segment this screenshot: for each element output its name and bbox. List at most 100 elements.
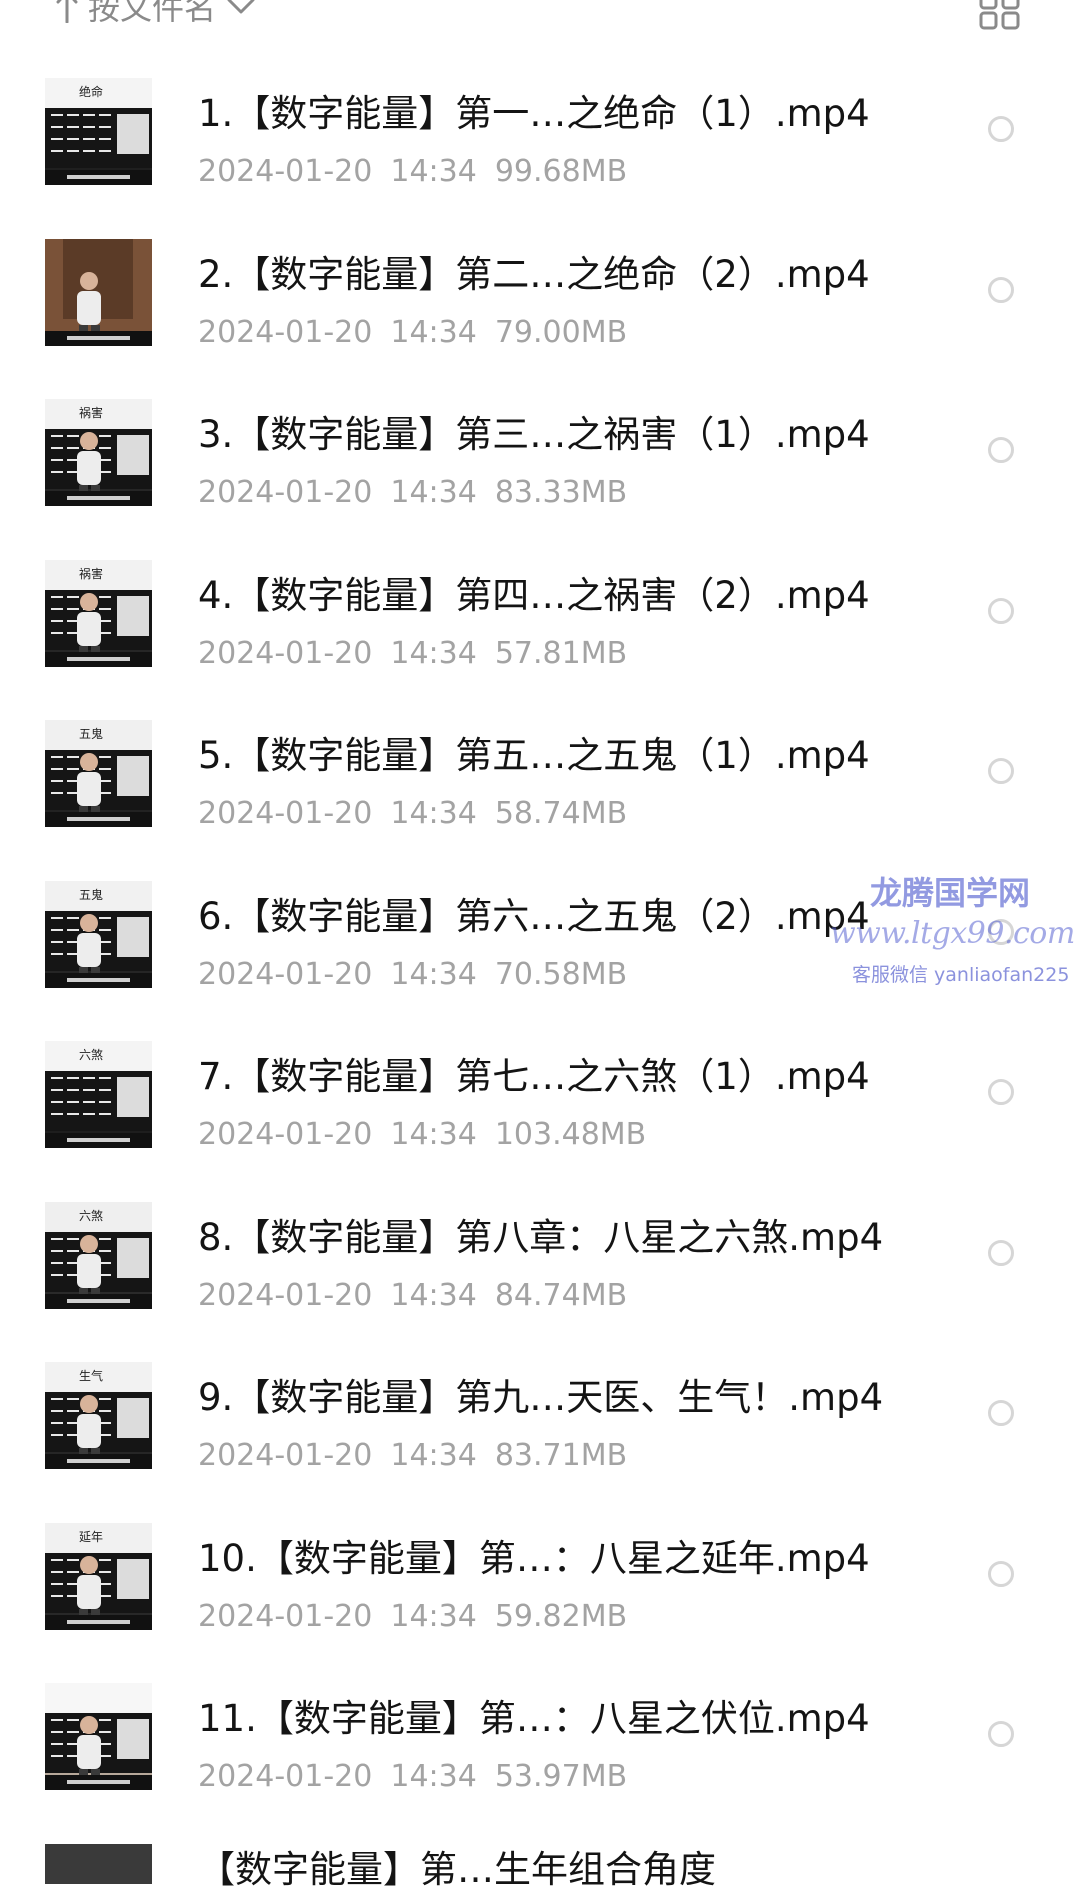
thumbnail-caption: 五鬼 xyxy=(79,887,104,902)
thumbnail-caption: 祸害 xyxy=(79,566,104,581)
file-date: 2024-01-20 xyxy=(198,1277,373,1313)
file-time: 14:34 xyxy=(390,1277,477,1313)
file-meta: 2024-01-20 14:34 59.82MB xyxy=(198,1599,627,1635)
file-time: 14:34 xyxy=(390,475,477,510)
file-time: 14:34 xyxy=(390,314,477,350)
file-date: 2024-01-20 xyxy=(198,475,373,510)
file-size: 83.33MB xyxy=(494,475,628,510)
file-list: 绝命 1.【数字能量】第一…之绝命（1）.mp4 2024-01-20 14:34 99… xyxy=(0,50,1080,1816)
file-meta: 2024-01-20 14:34 84.74MB xyxy=(198,1278,627,1314)
file-date: 2024-01-20 xyxy=(198,1598,373,1634)
file-date: 2024-01-20 xyxy=(198,154,373,189)
list-item-partial[interactable]: 【数字能量】第…生年组合角度 xyxy=(0,1816,1080,1891)
select-radio[interactable] xyxy=(988,597,1014,624)
chevron-down-icon xyxy=(226,0,256,16)
file-name: 【数字能量】第…生年组合角度 xyxy=(198,1848,716,1891)
file-meta: 2024-01-20 14:34 58.74MB xyxy=(198,796,627,832)
file-meta: 2024-01-20 14:34 57.81MB xyxy=(198,636,627,672)
file-size: 53.97MB xyxy=(494,1759,628,1794)
list-item[interactable]: 五鬼 6.【数字能量】第六…之五鬼（2）.mp4 2024-01-20 14:34 70… xyxy=(0,853,1080,1014)
sort-by-filename-button[interactable]: 按文件名 xyxy=(56,0,256,28)
file-date: 2024-01-20 xyxy=(198,1438,373,1473)
file-size: 79.00MB xyxy=(494,314,628,350)
video-thumbnail: 六煞 xyxy=(45,1201,152,1309)
list-item[interactable]: 2.【数字能量】第二…之绝命（2）.mp4 2024-01-20 14:34 79.0… xyxy=(0,211,1080,372)
list-item[interactable]: 延年 10.【数字能量】第…：八星之延年.mp4 2024-01-20 14:34 59… xyxy=(0,1495,1080,1656)
video-thumbnail: 绝命 xyxy=(45,78,152,185)
file-date: 2024-01-20 xyxy=(198,1117,373,1152)
list-item[interactable]: 祸害 4.【数字能量】第四…之祸害（2）.mp4 2024-01-20 14:34 57… xyxy=(0,532,1080,693)
select-radio[interactable] xyxy=(988,1560,1014,1587)
file-size: 99.68MB xyxy=(494,154,628,189)
file-name: 6.【数字能量】第六…之五鬼（2）.mp4 xyxy=(198,894,870,938)
arrow-up-icon xyxy=(56,0,78,23)
select-radio[interactable] xyxy=(988,1239,1014,1266)
file-size: 59.82MB xyxy=(494,1598,628,1634)
file-time: 14:34 xyxy=(390,956,477,992)
file-date: 2024-01-20 xyxy=(198,796,373,831)
file-name: 7.【数字能量】第七…之六煞（1）.mp4 xyxy=(198,1055,870,1098)
file-name: 10.【数字能量】第…：八星之延年.mp4 xyxy=(198,1536,870,1580)
sort-bar: 按文件名 xyxy=(0,0,1080,40)
file-name: 8.【数字能量】第八章：八星之六煞.mp4 xyxy=(198,1215,884,1259)
file-meta: 2024-01-20 14:34 83.33MB xyxy=(198,475,627,511)
file-meta: 2024-01-20 14:34 83.71MB xyxy=(198,1438,627,1474)
file-meta: 2024-01-20 14:34 53.97MB xyxy=(198,1759,627,1795)
select-radio[interactable] xyxy=(988,1079,1014,1105)
thumbnail-caption: 六煞 xyxy=(79,1208,104,1223)
video-thumbnail: 祸害 xyxy=(45,399,152,506)
file-time: 14:34 xyxy=(390,1759,477,1794)
file-time: 14:34 xyxy=(390,635,477,671)
list-item[interactable]: 绝命 1.【数字能量】第一…之绝命（1）.mp4 2024-01-20 14:34 99… xyxy=(0,50,1080,211)
video-thumbnail: 六煞 xyxy=(45,1041,152,1148)
file-size: 103.48MB xyxy=(494,1117,647,1152)
file-size: 83.71MB xyxy=(494,1438,628,1473)
list-item[interactable]: 六煞 8.【数字能量】第八章：八星之六煞.mp4 2024-01-20 14:34 84… xyxy=(0,1174,1080,1335)
file-time: 14:34 xyxy=(390,1598,477,1634)
video-thumbnail: 五鬼 xyxy=(45,720,152,827)
file-time: 14:34 xyxy=(390,1438,477,1473)
file-date: 2024-01-20 xyxy=(198,956,373,992)
video-thumbnail xyxy=(45,1683,152,1790)
list-item[interactable]: 祸害 3.【数字能量】第三…之祸害（1）.mp4 2024-01-20 14:34 83… xyxy=(0,371,1080,532)
list-item[interactable]: 六煞 7.【数字能量】第七…之六煞（1）.mp4 2024-01-20 14:34 10… xyxy=(0,1013,1080,1174)
file-meta: 2024-01-20 14:34 103.48MB xyxy=(198,1117,646,1153)
thumbnail-caption: 绝命 xyxy=(79,85,104,99)
video-thumbnail: 生气 xyxy=(45,1362,152,1469)
file-time: 14:34 xyxy=(390,154,477,189)
file-time: 14:34 xyxy=(390,796,477,831)
thumbnail-caption: 五鬼 xyxy=(79,727,104,741)
thumbnail-caption: 祸害 xyxy=(79,406,104,420)
file-name: 5.【数字能量】第五…之五鬼（1）.mp4 xyxy=(198,734,870,777)
list-item[interactable]: 11.【数字能量】第…：八星之伏位.mp4 2024-01-20 14:34 53.9… xyxy=(0,1655,1080,1816)
file-size: 58.74MB xyxy=(494,796,628,831)
file-time: 14:34 xyxy=(390,1117,477,1152)
file-date: 2024-01-20 xyxy=(198,314,373,350)
file-meta: 2024-01-20 14:34 70.58MB xyxy=(198,957,627,993)
video-thumbnail: 延年 xyxy=(45,1522,152,1630)
select-radio[interactable] xyxy=(988,918,1014,945)
select-radio[interactable] xyxy=(988,1721,1014,1747)
thumbnail-caption: 六煞 xyxy=(79,1048,104,1062)
file-size: 84.74MB xyxy=(494,1277,628,1313)
file-size: 57.81MB xyxy=(494,635,628,671)
select-radio[interactable] xyxy=(988,276,1014,303)
file-name: 4.【数字能量】第四…之祸害（2）.mp4 xyxy=(198,573,870,617)
file-date: 2024-01-20 xyxy=(198,1759,373,1794)
grid-view-icon[interactable] xyxy=(978,0,1022,30)
select-radio[interactable] xyxy=(988,758,1014,784)
video-thumbnail: 祸害 xyxy=(45,559,152,667)
list-item[interactable]: 五鬼 5.【数字能量】第五…之五鬼（1）.mp4 2024-01-20 14:34 58… xyxy=(0,692,1080,853)
select-radio[interactable] xyxy=(988,116,1014,142)
file-name: 3.【数字能量】第三…之祸害（1）.mp4 xyxy=(198,413,870,456)
file-date: 2024-01-20 xyxy=(198,635,373,671)
select-radio[interactable] xyxy=(988,1400,1014,1426)
video-thumbnail xyxy=(45,1844,152,1884)
video-thumbnail: 五鬼 xyxy=(45,880,152,988)
select-radio[interactable] xyxy=(988,437,1014,463)
file-meta: 2024-01-20 14:34 99.68MB xyxy=(198,154,627,190)
video-thumbnail xyxy=(45,238,152,346)
file-meta: 2024-01-20 14:34 79.00MB xyxy=(198,315,627,351)
file-size: 70.58MB xyxy=(494,956,628,992)
list-item[interactable]: 生气 9.【数字能量】第九…天医、生气！.mp4 2024-01-20 14:34 83… xyxy=(0,1334,1080,1495)
